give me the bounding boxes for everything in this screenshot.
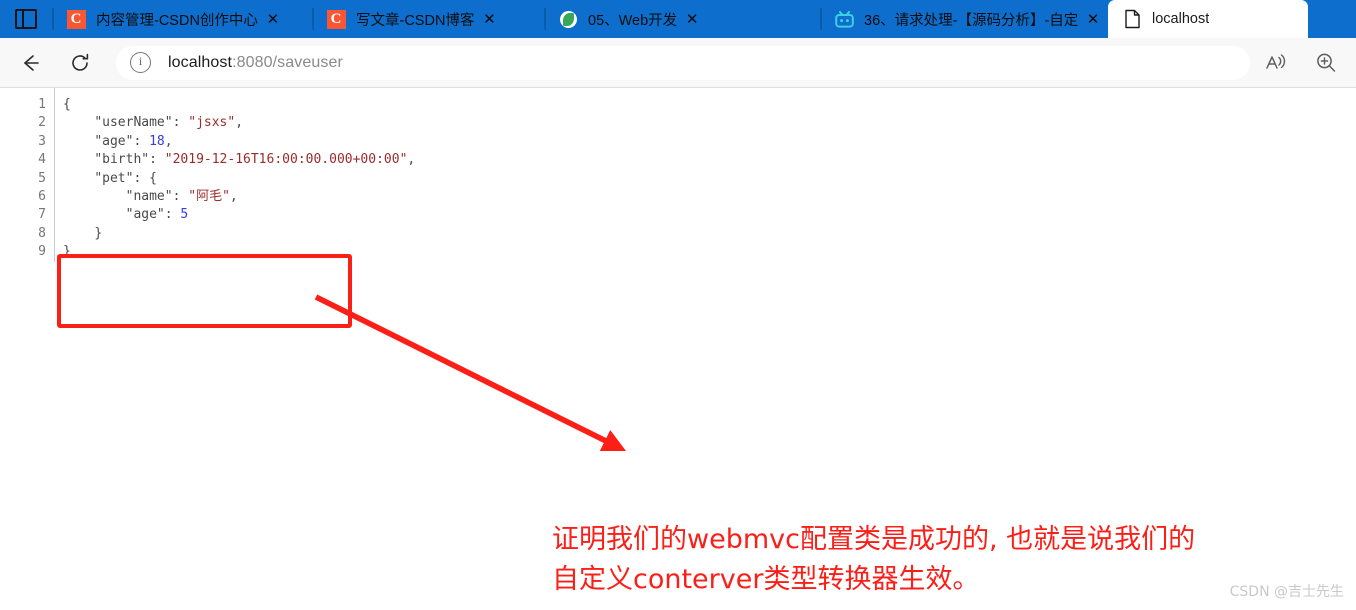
- line-number: 5: [38, 170, 46, 186]
- json-token: "birth": [94, 152, 150, 168]
- zoom-in-icon: [1317, 53, 1336, 72]
- bilibili-tv-glyph: [834, 10, 854, 28]
- tab-title: 写文章-CSDN博客: [356, 12, 475, 29]
- json-token: :: [172, 115, 189, 131]
- json-line: "age": 5: [63, 206, 415, 224]
- json-token: {: [63, 97, 71, 112]
- line-number: 8: [38, 225, 46, 241]
- line-number: 9: [38, 244, 46, 260]
- json-line: "pet": {: [63, 170, 415, 188]
- json-token: }: [63, 244, 71, 260]
- tab-separator: [52, 8, 54, 30]
- annotation-note-line-1: 证明我们的webmvc配置类是成功的, 也就是说我们的: [552, 524, 1196, 555]
- browser-window: C 内容管理-CSDN创作中心 ✕ C 写文章-CSDN博客 ✕ 05、Web开…: [0, 0, 1356, 610]
- json-token: }: [94, 225, 103, 241]
- line-number-gutter: 1 2 3 4 5 6 7 8 9: [0, 88, 55, 262]
- back-arrow-icon: [24, 54, 39, 71]
- json-token: :: [172, 188, 189, 204]
- page-content: 1 2 3 4 5 6 7 8 9 { "userName": "jsxs", "age": 1…: [0, 88, 1356, 609]
- line-number: 1: [38, 97, 46, 112]
- browser-tab-0[interactable]: C 内容管理-CSDN创作中心 ✕: [52, 0, 312, 38]
- json-token: ,: [407, 152, 416, 168]
- tab-title: 36、请求处理-【源码分析】-自定: [864, 12, 1078, 29]
- browser-tab-3[interactable]: 36、请求处理-【源码分析】-自定 ✕: [820, 0, 1108, 38]
- csdn-icon: C: [326, 9, 346, 29]
- tab-title: 内容管理-CSDN创作中心: [96, 12, 258, 29]
- tab-list-icon: [15, 9, 37, 29]
- line-number: 6: [38, 188, 46, 204]
- pet-object-highlight-box: [57, 254, 352, 328]
- browser-tab-2[interactable]: 05、Web开发 ✕: [544, 0, 820, 38]
- read-aloud-icon: [1266, 53, 1286, 69]
- json-token: :: [133, 133, 150, 149]
- tab-title: 05、Web开发: [588, 12, 678, 29]
- pointer-arrow: [314, 294, 627, 452]
- line-number: 3: [38, 133, 46, 149]
- back-button[interactable]: [12, 45, 48, 81]
- toolbar-right-actions: [1258, 45, 1344, 81]
- line-number: 7: [38, 207, 46, 223]
- json-token: "2019-12-16T16:00:00.000+00:00": [164, 152, 408, 168]
- tab-separator: [312, 8, 314, 30]
- line-number: 4: [38, 152, 46, 168]
- tab-title: localhost: [1152, 11, 1210, 27]
- json-token: "阿毛": [188, 188, 230, 204]
- bilibili-icon: [834, 9, 854, 29]
- close-icon[interactable]: ✕: [677, 10, 707, 28]
- json-token: "name": [125, 188, 173, 204]
- tab-list-button[interactable]: [0, 0, 52, 38]
- json-viewer: 1 2 3 4 5 6 7 8 9 { "userName": "jsxs", "age": 1…: [0, 88, 415, 262]
- url-host: localhost: [168, 53, 233, 71]
- document-icon: [1122, 9, 1142, 29]
- json-line: }: [63, 243, 415, 261]
- json-token: ,: [235, 115, 244, 131]
- tab-strip: C 内容管理-CSDN创作中心 ✕ C 写文章-CSDN博客 ✕ 05、Web开…: [0, 0, 1356, 38]
- json-token: "jsxs": [188, 115, 236, 131]
- json-code[interactable]: { "userName": "jsxs", "age": 18, "birth"…: [55, 88, 415, 262]
- url-text: localhost:8080/saveuser: [168, 54, 343, 72]
- json-token: :: [133, 170, 150, 186]
- json-line: "birth": "2019-12-16T16:00:00.000+00:00"…: [63, 151, 415, 169]
- watermark: CSDN @吉士先生: [1229, 584, 1344, 600]
- browser-toolbar: i localhost:8080/saveuser: [0, 38, 1356, 88]
- json-line: "age": 18,: [63, 133, 415, 151]
- browser-tab-1[interactable]: C 写文章-CSDN博客 ✕: [312, 0, 544, 38]
- json-token: "pet": [94, 170, 134, 186]
- json-token: 5: [180, 207, 189, 223]
- reload-icon: [72, 53, 89, 71]
- reload-button[interactable]: [62, 45, 98, 81]
- json-token: "age": [94, 133, 134, 149]
- line-number: 2: [38, 115, 46, 131]
- json-token: :: [149, 152, 165, 168]
- browser-tab-4[interactable]: localhost: [1108, 0, 1308, 38]
- close-icon[interactable]: ✕: [1078, 10, 1108, 28]
- close-icon[interactable]: ✕: [258, 10, 288, 28]
- json-line: }: [63, 225, 415, 243]
- zoom-button[interactable]: [1308, 45, 1344, 81]
- json-line: {: [63, 96, 415, 114]
- json-token: "age": [125, 207, 165, 223]
- site-info-icon[interactable]: i: [130, 52, 151, 73]
- tab-separator: [820, 8, 822, 30]
- url-path: :8080/saveuser: [232, 53, 343, 71]
- address-bar[interactable]: i localhost:8080/saveuser: [116, 45, 1250, 80]
- csdn-icon: C: [66, 9, 86, 29]
- json-line: "userName": "jsxs",: [63, 114, 415, 132]
- json-token: ,: [229, 188, 238, 204]
- page-glyph: [1124, 9, 1140, 29]
- json-line: "name": "阿毛",: [63, 188, 415, 206]
- leaf-icon: [558, 9, 578, 29]
- json-token: ,: [164, 133, 173, 149]
- read-aloud-button[interactable]: [1258, 45, 1294, 81]
- json-token: 18: [149, 133, 165, 149]
- close-icon[interactable]: ✕: [474, 10, 504, 28]
- tab-separator: [544, 8, 546, 30]
- json-token: :: [164, 207, 181, 223]
- json-token: {: [149, 170, 157, 186]
- json-token: "userName": [94, 115, 173, 131]
